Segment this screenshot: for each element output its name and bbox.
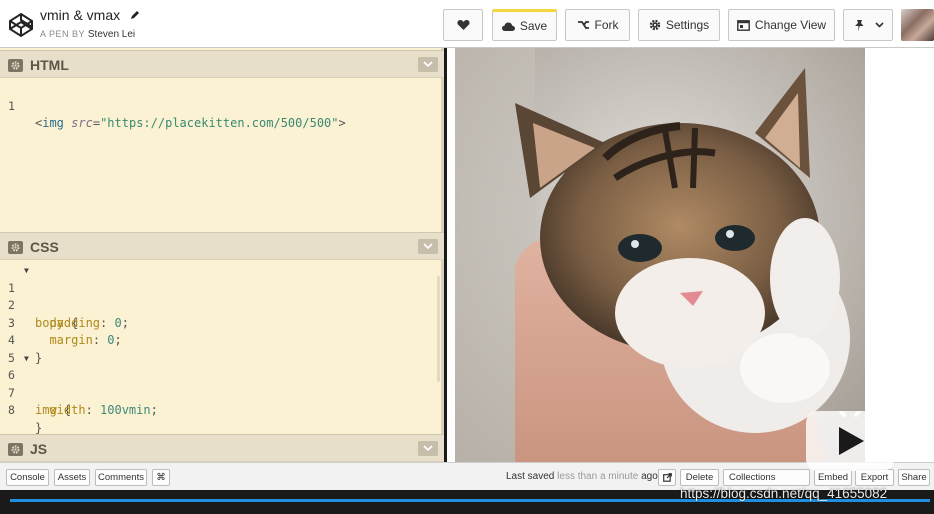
html-collapse-button[interactable] <box>418 57 438 72</box>
editor-column: HTML 1 <img src="https://placekitten.com… <box>0 48 444 462</box>
js-editor-header: JS <box>0 434 444 462</box>
css-settings-icon[interactable] <box>8 241 23 254</box>
fork-label: Fork <box>594 18 619 32</box>
code-token: "https://placekitten.com/500/500" <box>100 116 339 130</box>
codepen-logo-icon[interactable] <box>8 12 34 38</box>
code-line: 8 } <box>0 385 444 435</box>
last-saved-suffix: ago <box>641 471 658 482</box>
pencil-icon[interactable] <box>129 9 141 21</box>
js-collapse-button[interactable] <box>418 441 438 456</box>
fork-icon <box>577 20 589 29</box>
pen-title[interactable]: vmin & vmax <box>40 7 120 23</box>
css-collapse-button[interactable] <box>418 239 438 254</box>
gear-icon <box>649 19 661 31</box>
change-view-button[interactable]: Change View <box>728 9 835 41</box>
line-number: 8 <box>8 403 15 417</box>
settings-button[interactable]: Settings <box>638 9 720 41</box>
code-line: 7 width: 100vmin; <box>8 385 158 418</box>
console-button[interactable]: Console <box>6 469 49 486</box>
code-line: 1 ▼ body { <box>0 262 444 330</box>
code-line: 1 <img src="https://placekitten.com/500/… <box>0 80 444 131</box>
html-code-area[interactable]: 1 <img src="https://placekitten.com/500/… <box>0 80 444 131</box>
code-line: 4 } <box>0 315 444 365</box>
css-editor-title: CSS <box>30 239 59 255</box>
external-link-icon <box>662 473 672 482</box>
open-external-button[interactable] <box>658 469 676 486</box>
css-editor-header: CSS <box>0 232 444 260</box>
like-button[interactable] <box>443 9 483 41</box>
code-token: src <box>71 116 93 130</box>
fold-arrow-icon[interactable]: ▼ <box>24 262 29 280</box>
byline-prefix: A PEN BY <box>40 29 85 39</box>
layout-icon <box>737 19 750 31</box>
js-editor-title: JS <box>30 441 48 457</box>
chevron-down-icon <box>874 22 884 28</box>
code-token: > <box>338 116 346 130</box>
html-editor-title: HTML <box>30 57 69 73</box>
fold-arrow-icon[interactable]: ▼ <box>24 350 29 368</box>
line-number: 1 <box>8 98 15 113</box>
code-token: img <box>42 116 64 130</box>
video-play-button[interactable] <box>806 411 894 471</box>
save-label: Save <box>519 19 548 33</box>
save-button[interactable]: Save <box>492 9 557 41</box>
html-editor-header: HTML <box>0 50 444 78</box>
last-saved-time: less than a minute <box>557 471 639 482</box>
code-line: 3 margin: 0; <box>8 315 122 348</box>
avatar[interactable] <box>901 9 934 41</box>
code-line: 5 <box>0 332 444 365</box>
delete-button[interactable]: Delete <box>680 469 719 486</box>
pin-icon <box>854 19 863 31</box>
last-saved-label: Last saved <box>506 471 555 482</box>
html-settings-icon[interactable] <box>8 59 23 72</box>
byline: A PEN BY Steven Lei <box>40 29 141 40</box>
keyboard-shortcuts-button[interactable]: ⌘ <box>152 469 170 486</box>
code-token: = <box>92 116 101 130</box>
share-button[interactable]: Share <box>898 469 930 486</box>
kitten-image <box>455 48 865 462</box>
fork-button[interactable]: Fork <box>565 9 630 41</box>
embed-button[interactable]: Embed <box>814 469 852 486</box>
code-token: width <box>49 403 86 417</box>
collections-select[interactable]: Collections <box>723 469 810 486</box>
export-button[interactable]: Export <box>855 469 894 486</box>
assets-button[interactable]: Assets <box>54 469 90 486</box>
comments-button[interactable]: Comments <box>95 469 147 486</box>
settings-label: Settings <box>665 18 710 32</box>
js-settings-icon[interactable] <box>8 443 23 456</box>
css-code-area[interactable]: 1 ▼ body { 2 padding: 0; 3 margin: 0; 4 … <box>0 262 444 435</box>
change-view-label: Change View <box>754 18 827 32</box>
top-bar: vmin & vmax A PEN BY Steven Lei Save For… <box>0 0 934 48</box>
last-saved-status: Last saved less than a minute ago <box>506 471 658 482</box>
heart-icon <box>456 20 470 30</box>
css-scrollbar[interactable] <box>437 276 440 382</box>
cloud-icon <box>501 22 515 31</box>
play-icon <box>838 411 864 455</box>
code-line: 2 padding: 0; <box>8 298 129 330</box>
code-line: 6 ▼ img { <box>0 350 444 418</box>
pin-menu-button[interactable] <box>843 9 893 41</box>
preview-pane[interactable] <box>447 48 934 462</box>
author-link[interactable]: Steven Lei <box>88 29 135 40</box>
code-token: 100vmin <box>100 403 151 417</box>
watermark-text: https://blog.csdn.net/qq_41655082 <box>680 486 888 501</box>
